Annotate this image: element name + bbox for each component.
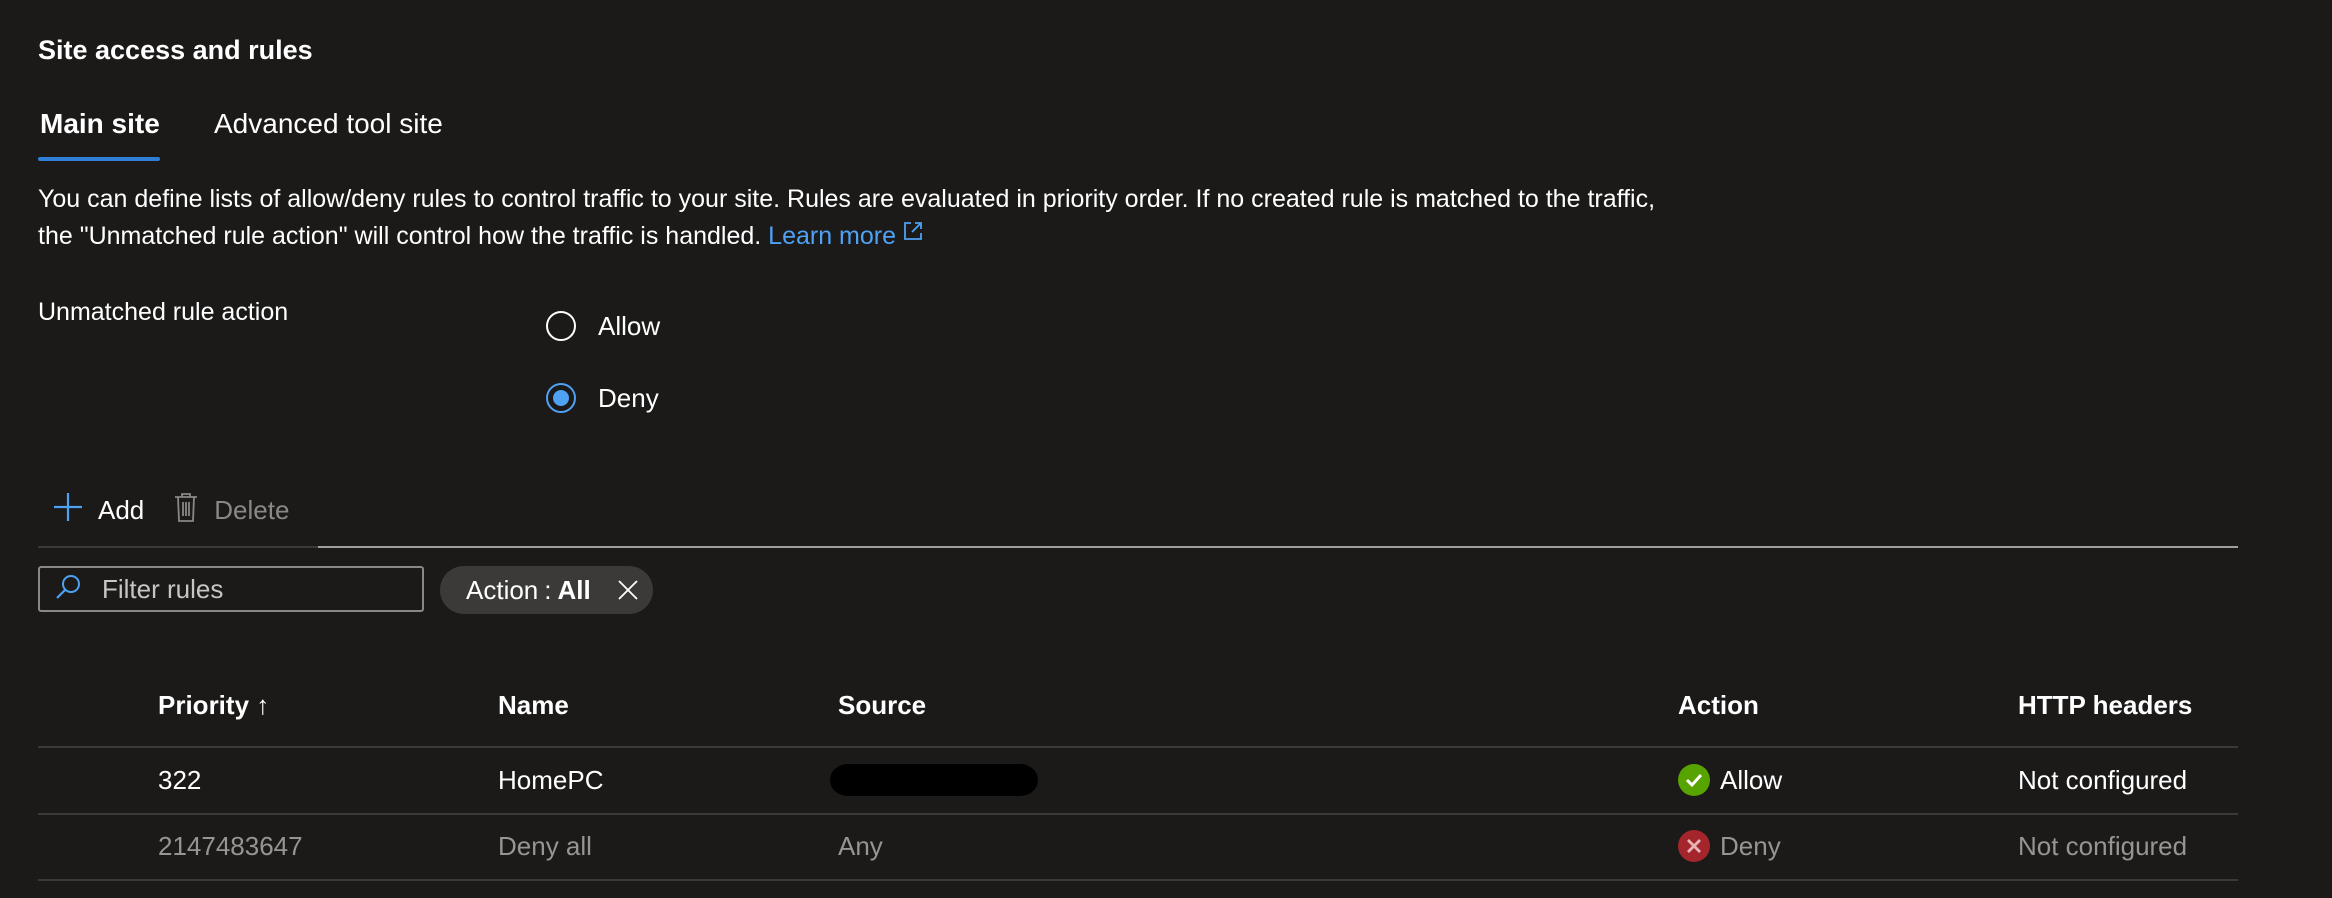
filter-pill-key: Action: [466, 574, 539, 605]
cell-http-headers: Not configured: [2018, 831, 2188, 861]
filter-rules-input[interactable]: [100, 572, 394, 606]
radio-deny[interactable]: Deny: [546, 380, 659, 416]
external-link-icon: [902, 217, 924, 252]
command-bar-divider-left: [38, 546, 318, 548]
learn-more-label: Learn more: [768, 222, 897, 250]
cell-action-label: Allow: [1720, 765, 1783, 795]
cell-source: Any: [838, 831, 883, 861]
plus-icon: [52, 491, 84, 530]
tab-main-site[interactable]: Main site: [40, 102, 160, 146]
filter-pill-value: All: [557, 574, 591, 605]
cell-action: Deny: [1678, 829, 1781, 863]
header-row-divider: [38, 746, 2238, 748]
learn-more-link[interactable]: Learn more: [768, 222, 924, 250]
cell-http-headers: Not configured: [2018, 765, 2188, 795]
command-bar-divider: [318, 546, 2238, 548]
selected-tab-indicator: [38, 157, 160, 161]
search-icon: [54, 573, 82, 606]
filter-pill-separator: :: [544, 574, 552, 605]
cell-name: Deny all: [498, 831, 592, 861]
column-header-name[interactable]: Name: [498, 688, 569, 722]
section-title: Site access and rules: [38, 35, 313, 65]
description: You can define lists of allow/deny rules…: [38, 182, 1658, 254]
command-bar: Add Delete: [38, 484, 303, 536]
cell-action-label: Deny: [1720, 831, 1781, 861]
cell-action: Allow: [1678, 763, 1782, 797]
radio-allow-label[interactable]: Allow: [598, 308, 660, 344]
column-header-action[interactable]: Action: [1678, 688, 1759, 722]
row-divider: [38, 879, 2238, 881]
add-button[interactable]: Add: [38, 484, 158, 536]
cell-name[interactable]: HomePC: [498, 763, 603, 797]
delete-button-label: Delete: [214, 494, 290, 525]
error-circle-icon: [1678, 830, 1710, 862]
redacted-source: [830, 764, 1038, 796]
column-header-source[interactable]: Source: [838, 688, 926, 722]
close-icon[interactable]: [617, 579, 639, 601]
row-divider: [38, 813, 2238, 815]
unmatched-rule-action-label: Unmatched rule action: [38, 298, 289, 326]
column-header-http-headers[interactable]: HTTP headers: [2018, 688, 2192, 722]
radio-allow[interactable]: Allow: [546, 308, 660, 344]
tab-advanced-tool-site[interactable]: Advanced tool site: [214, 102, 443, 146]
delete-button[interactable]: Delete: [158, 484, 303, 536]
cell-priority: 2147483647: [158, 831, 303, 861]
add-button-label: Add: [98, 494, 145, 525]
check-circle-icon: [1678, 764, 1710, 796]
radio-deny-circle[interactable]: [546, 383, 576, 413]
cell-priority: 322: [158, 765, 202, 795]
action-filter-pill[interactable]: Action : All: [440, 566, 653, 614]
filter-rules-box[interactable]: [38, 566, 424, 612]
trash-icon: [172, 491, 200, 530]
radio-deny-label[interactable]: Deny: [598, 380, 659, 416]
radio-allow-circle[interactable]: [546, 311, 576, 341]
column-header-priority[interactable]: Priority ↑: [158, 688, 269, 722]
